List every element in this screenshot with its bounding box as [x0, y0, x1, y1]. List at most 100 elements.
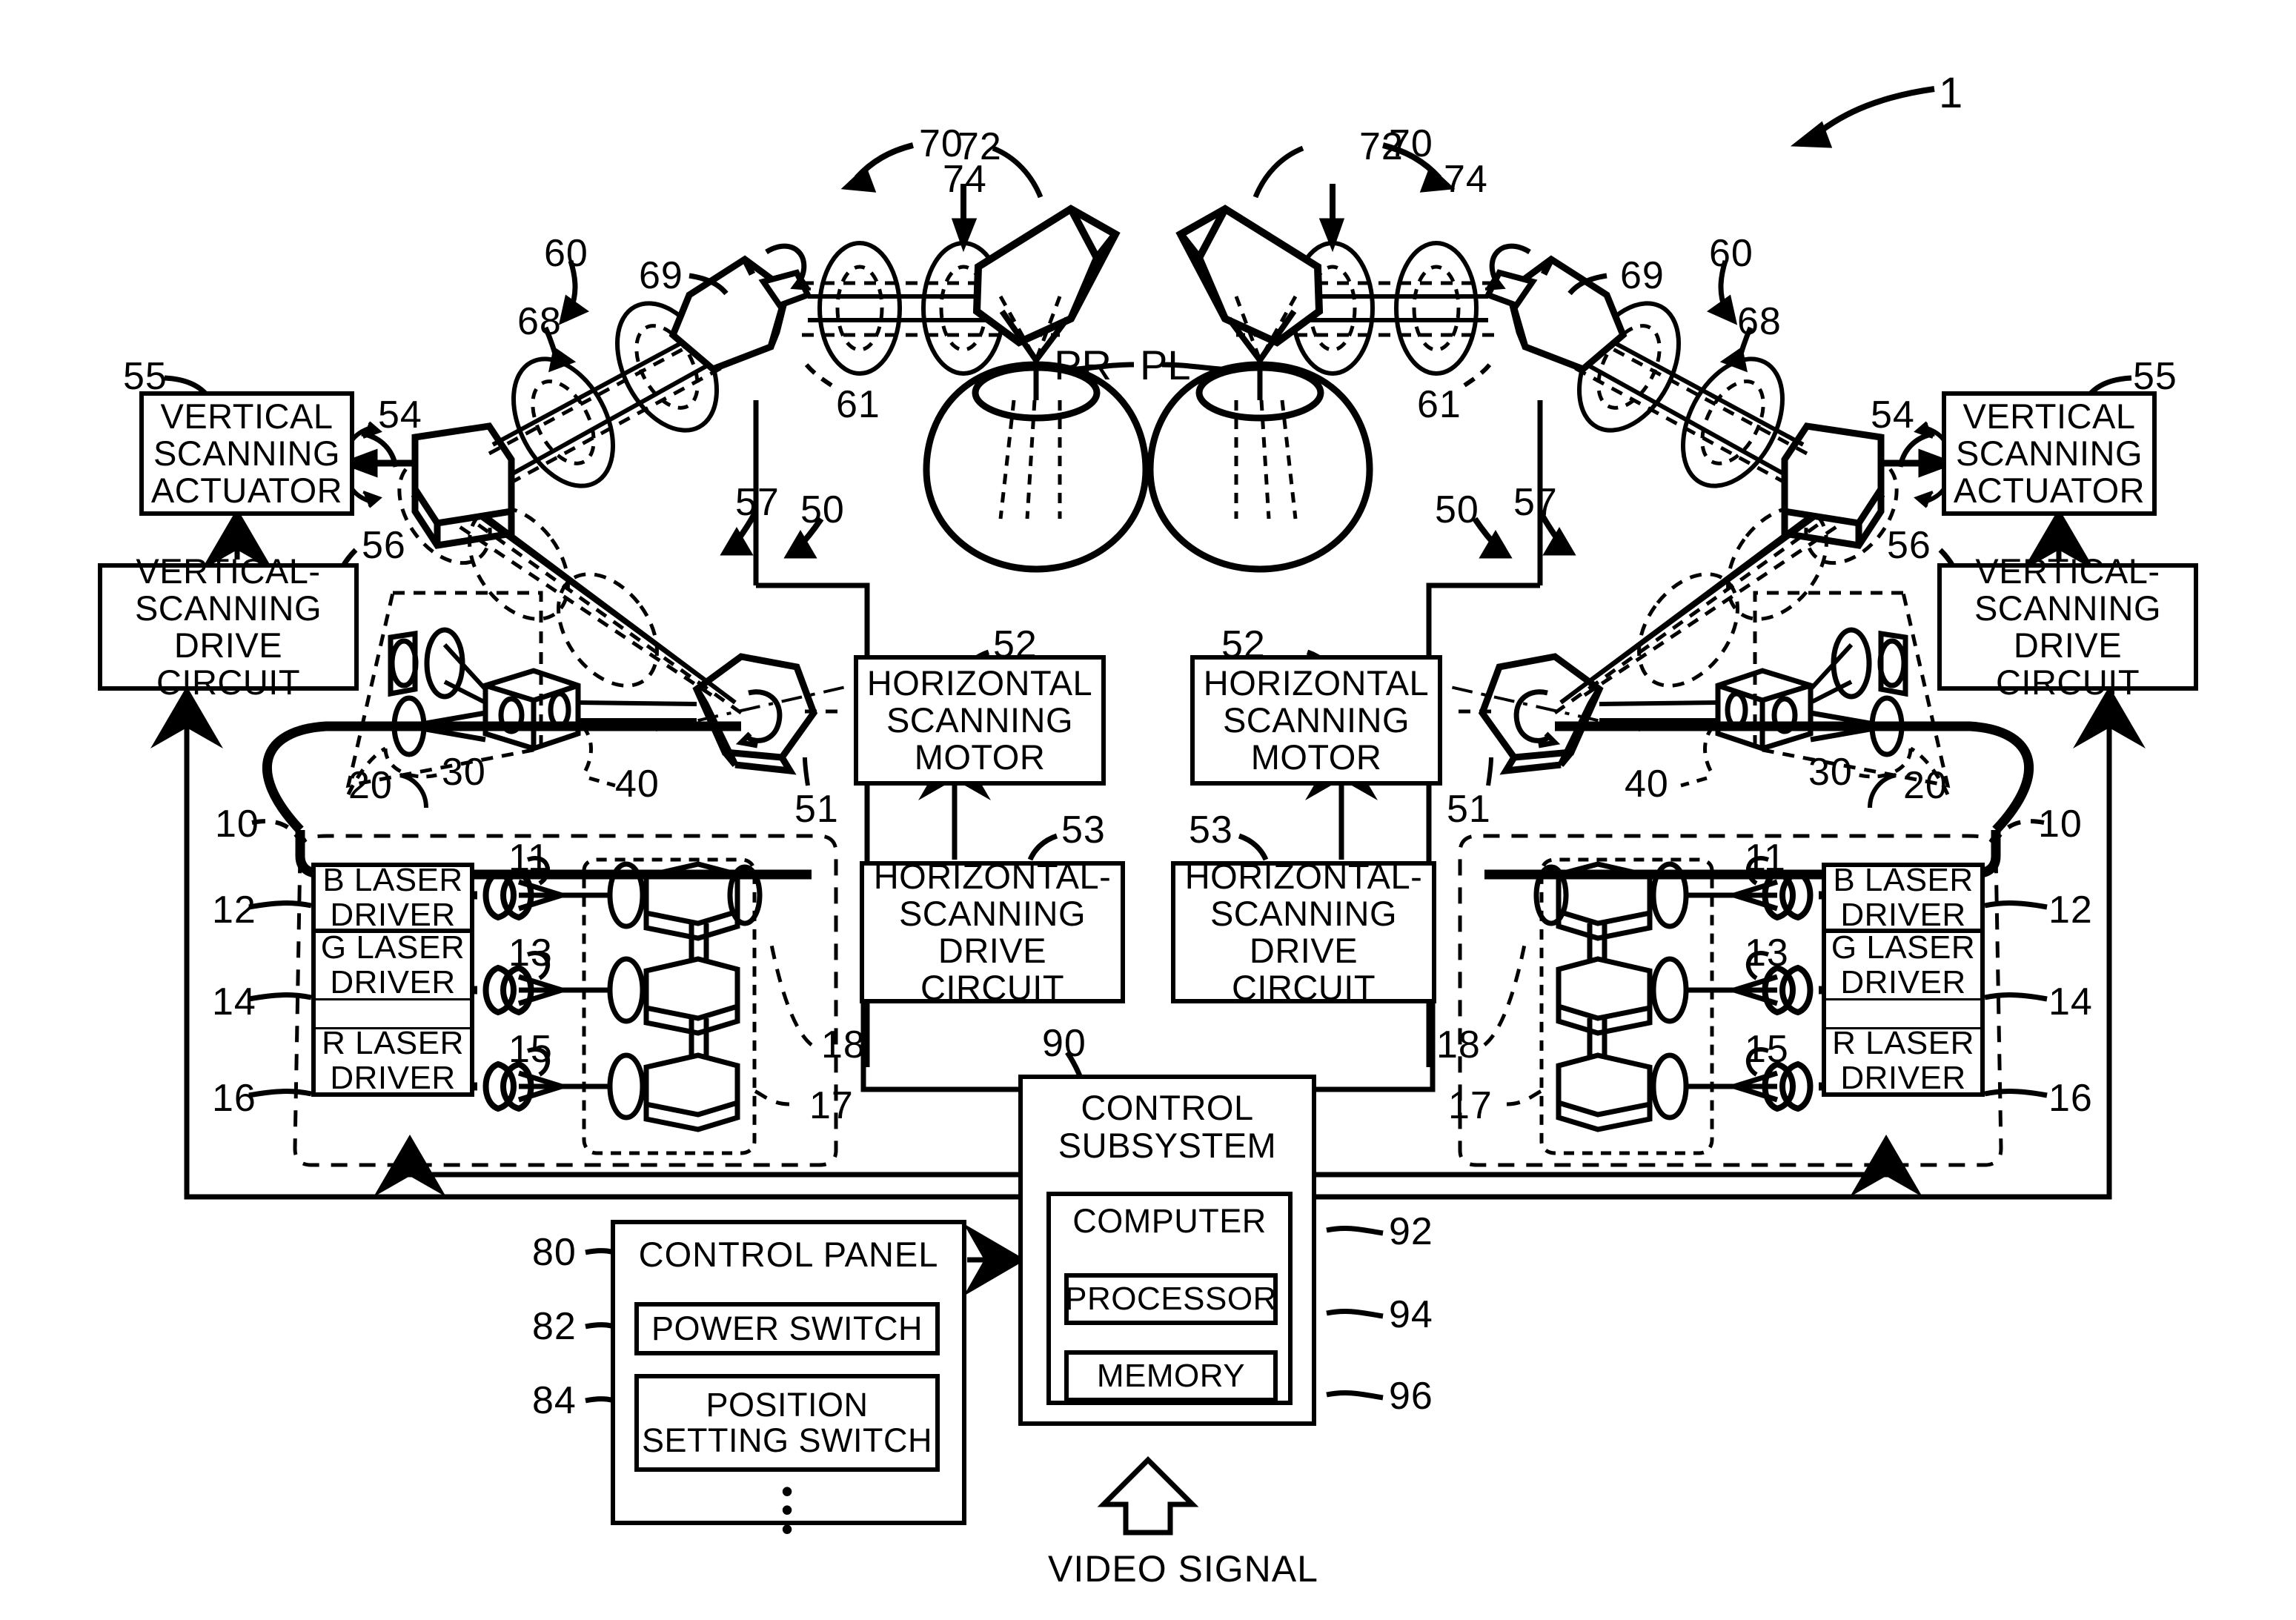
position-setting-switch-label: POSITION SETTING SWITCH	[642, 1386, 932, 1459]
numeral-53-right: 53	[1189, 809, 1233, 852]
numeral-56-left: 56	[362, 524, 406, 567]
block-label: VERTICAL- SCANNING DRIVE CIRCUIT	[1974, 551, 2162, 702]
numeral-54-left: 54	[378, 394, 422, 436]
numeral-69-left: 69	[639, 254, 683, 297]
block-memory[interactable]: MEMORY	[1064, 1350, 1278, 1402]
numeral-68-left: 68	[517, 300, 562, 343]
block-label: VERTICAL SCANNING ACTUATOR	[150, 396, 343, 510]
numeral-15-left: 15	[508, 1028, 553, 1071]
block-position-setting-switch[interactable]: POSITION SETTING SWITCH	[634, 1374, 940, 1472]
numeral-60-right: 60	[1709, 232, 1753, 275]
pupil-right-label: PR	[1054, 342, 1112, 388]
numeral-16-left: 16	[212, 1077, 256, 1120]
numeral-30-left: 30	[442, 751, 486, 794]
numeral-40-right: 40	[1625, 763, 1669, 806]
block-label: G LASER DRIVER	[1831, 929, 1976, 1000]
numeral-51-left: 51	[794, 788, 839, 831]
numeral-72-left: 72	[958, 125, 1002, 168]
video-signal-label: VIDEO SIGNAL	[1048, 1548, 1318, 1590]
block-b-laser-driver-left[interactable]: B LASER DRIVER	[311, 861, 474, 933]
numeral-11-right: 11	[1745, 837, 1786, 880]
block-vertical-scanning-drive-circuit-right[interactable]: VERTICAL- SCANNING DRIVE CIRCUIT	[1937, 553, 2198, 700]
numeral-16-right: 16	[2048, 1077, 2093, 1120]
numeral-10-right: 10	[2038, 803, 2083, 846]
numeral-14-right: 14	[2048, 980, 2093, 1023]
numeral-94: 94	[1389, 1293, 1433, 1336]
numeral-13-left: 13	[508, 932, 553, 975]
block-vertical-scanning-actuator-left[interactable]: VERTICAL SCANNING ACTUATOR	[139, 391, 354, 516]
numeral-10-left: 10	[215, 803, 259, 846]
numeral-80: 80	[532, 1231, 577, 1274]
control-panel-label: CONTROL PANEL	[638, 1235, 939, 1274]
block-horizontal-scanning-motor-left[interactable]: HORIZONTAL SCANNING MOTOR	[854, 655, 1106, 786]
numeral-12-right: 12	[2048, 889, 2093, 932]
numeral-82: 82	[532, 1305, 577, 1348]
block-label: G LASER DRIVER	[320, 929, 465, 1000]
numeral-17-right: 17	[1448, 1084, 1493, 1127]
numeral-12-left: 12	[212, 889, 256, 932]
numeral-20-left: 20	[348, 764, 393, 807]
numeral-57-left: 57	[735, 481, 780, 524]
laser-driver-stack-spacer-right	[1822, 1000, 1985, 1027]
numeral-55-left: 55	[123, 355, 167, 398]
numeral-50-right: 50	[1435, 488, 1479, 531]
numeral-40-left: 40	[615, 763, 660, 806]
numeral-53-left: 53	[1061, 809, 1106, 852]
block-label: R LASER DRIVER	[1832, 1024, 1974, 1096]
block-label: VERTICAL SCANNING ACTUATOR	[1953, 396, 2146, 510]
block-b-laser-driver-right[interactable]: B LASER DRIVER	[1822, 861, 1985, 933]
numeral-90: 90	[1042, 1022, 1086, 1065]
block-processor[interactable]: PROCESSOR	[1064, 1273, 1278, 1325]
patent-figure: VERTICAL SCANNING ACTUATOR VERTICAL- SCA…	[0, 0, 2296, 1620]
numeral-13-right: 13	[1745, 932, 1789, 975]
numeral-84: 84	[532, 1379, 577, 1422]
block-horizontal-scanning-drive-circuit-right[interactable]: HORIZONTAL- SCANNING DRIVE CIRCUIT	[1171, 857, 1436, 1007]
power-switch-label: POWER SWITCH	[651, 1309, 923, 1348]
numeral-18-left: 18	[821, 1023, 866, 1066]
block-r-laser-driver-right[interactable]: R LASER DRIVER	[1822, 1024, 1985, 1097]
numeral-14-left: 14	[212, 980, 256, 1023]
memory-label: MEMORY	[1096, 1357, 1246, 1394]
block-r-laser-driver-left[interactable]: R LASER DRIVER	[311, 1024, 474, 1097]
numeral-18-right: 18	[1436, 1023, 1481, 1066]
numeral-17-left: 17	[809, 1084, 854, 1127]
block-label: HORIZONTAL SCANNING MOTOR	[1203, 663, 1430, 777]
numeral-69-right: 69	[1620, 254, 1665, 297]
numeral-68-right: 68	[1737, 300, 1782, 343]
numeral-92: 92	[1389, 1210, 1433, 1253]
control-panel-ellipsis: • • •	[780, 1472, 794, 1548]
numeral-51-right: 51	[1447, 788, 1491, 831]
block-g-laser-driver-right[interactable]: G LASER DRIVER	[1822, 929, 1985, 1000]
numeral-74-right: 74	[1444, 158, 1488, 201]
block-horizontal-scanning-drive-circuit-left[interactable]: HORIZONTAL- SCANNING DRIVE CIRCUIT	[860, 857, 1125, 1007]
block-g-laser-driver-left[interactable]: G LASER DRIVER	[311, 929, 474, 1000]
numeral-61-right: 61	[1417, 383, 1461, 426]
numeral-system-1: 1	[1939, 69, 1964, 117]
numeral-52-left: 52	[993, 623, 1038, 666]
block-label: HORIZONTAL- SCANNING DRIVE CIRCUIT	[1184, 857, 1423, 1007]
block-label: HORIZONTAL- SCANNING DRIVE CIRCUIT	[873, 857, 1112, 1007]
numeral-52-right: 52	[1221, 623, 1266, 666]
block-vertical-scanning-drive-circuit-left[interactable]: VERTICAL- SCANNING DRIVE CIRCUIT	[98, 553, 359, 700]
pupil-left-label: PL	[1140, 342, 1191, 388]
block-label: B LASER DRIVER	[1833, 861, 1974, 933]
block-label: B LASER DRIVER	[322, 861, 463, 933]
block-power-switch[interactable]: POWER SWITCH	[634, 1302, 940, 1355]
numeral-20-right: 20	[1903, 764, 1948, 807]
numeral-54-right: 54	[1871, 394, 1915, 436]
block-vertical-scanning-actuator-right[interactable]: VERTICAL SCANNING ACTUATOR	[1942, 391, 2157, 516]
numeral-60-left: 60	[544, 232, 588, 275]
numeral-30-right: 30	[1808, 751, 1853, 794]
processor-label: PROCESSOR	[1065, 1280, 1277, 1317]
block-label: HORIZONTAL SCANNING MOTOR	[866, 663, 1093, 777]
laser-driver-stack-spacer-left	[311, 1000, 474, 1027]
control-subsystem-label: CONTROL SUBSYSTEM	[1058, 1088, 1277, 1165]
block-label: R LASER DRIVER	[322, 1024, 464, 1096]
block-label: VERTICAL- SCANNING DRIVE CIRCUIT	[134, 551, 322, 702]
numeral-96: 96	[1389, 1375, 1433, 1418]
numeral-55-right: 55	[2133, 355, 2177, 398]
numeral-56-right: 56	[1887, 524, 1931, 567]
numeral-15-right: 15	[1745, 1028, 1789, 1071]
computer-label: COMPUTER	[1072, 1202, 1267, 1240]
block-horizontal-scanning-motor-right[interactable]: HORIZONTAL SCANNING MOTOR	[1190, 655, 1442, 786]
